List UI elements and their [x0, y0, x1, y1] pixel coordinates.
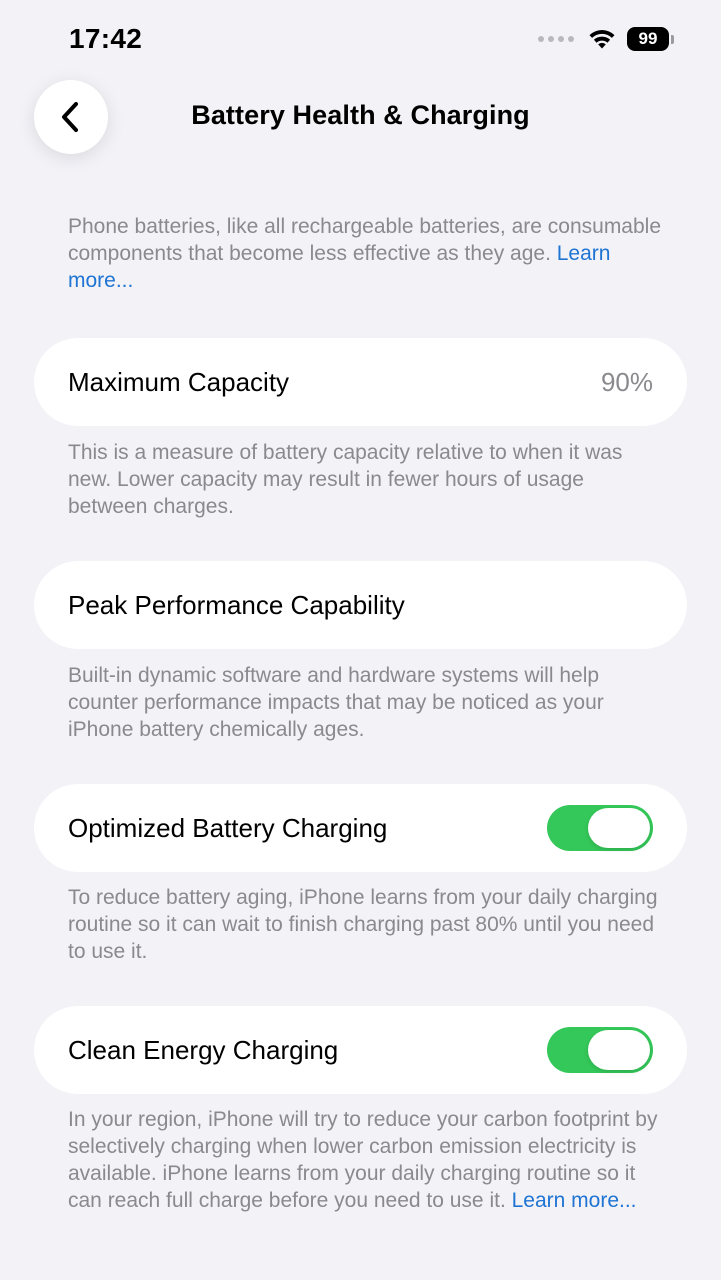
maximum-capacity-value: 90% — [600, 366, 653, 397]
clean-energy-row: Clean Energy Charging — [34, 1006, 687, 1094]
peak-performance-row: Peak Performance Capability — [34, 561, 687, 649]
toggle-knob — [588, 808, 650, 848]
battery-health-screen: 17:42 99 Battery Health & Charging Phone… — [0, 0, 721, 1280]
maximum-capacity-label: Maximum Capacity — [68, 366, 290, 397]
clean-energy-learn-more-link[interactable]: Learn more... — [512, 1189, 637, 1212]
clean-energy-toggle[interactable] — [547, 1027, 653, 1073]
toggle-knob — [588, 1030, 650, 1070]
peak-performance-description: Built-in dynamic software and hardware s… — [68, 664, 604, 741]
status-time: 17:42 — [69, 23, 143, 54]
peak-performance-label: Peak Performance Capability — [68, 589, 405, 620]
optimized-charging-label: Optimized Battery Charging — [68, 812, 388, 843]
status-icons: 99 — [538, 27, 674, 51]
optimized-charging-description: To reduce battery aging, iPhone learns f… — [68, 886, 658, 963]
battery-level: 99 — [627, 27, 669, 51]
page-title: Battery Health & Charging — [191, 100, 530, 130]
clean-energy-description: In your region, iPhone will try to reduc… — [68, 1106, 668, 1214]
optimized-charging-toggle[interactable] — [547, 805, 653, 851]
maximum-capacity-description: This is a measure of battery capacity re… — [68, 441, 623, 518]
optimized-charging-row: Optimized Battery Charging — [34, 784, 687, 872]
clean-energy-label: Clean Energy Charging — [68, 1034, 339, 1065]
battery-icon: 99 — [627, 27, 674, 51]
signal-dots-icon — [538, 36, 574, 42]
intro-text: Phone batteries, like all rechargeable b… — [68, 213, 668, 294]
maximum-capacity-row: Maximum Capacity 90% — [34, 338, 687, 426]
wifi-icon — [589, 30, 615, 49]
